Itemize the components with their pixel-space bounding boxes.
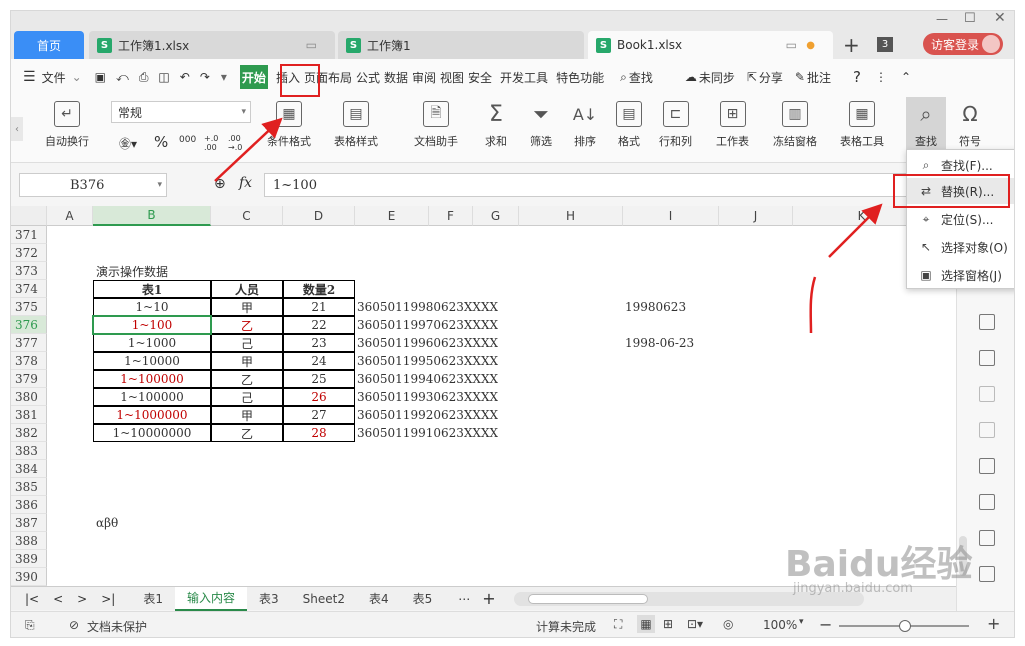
baidu-watermark: Baidu经验 jingyan.baidu.com bbox=[785, 535, 972, 596]
hand-drawn-stroke bbox=[809, 276, 817, 334]
arrow-to-start bbox=[214, 117, 283, 182]
watermark-logo: Baidu经验 bbox=[785, 544, 973, 585]
arrow-to-replace bbox=[828, 203, 883, 258]
